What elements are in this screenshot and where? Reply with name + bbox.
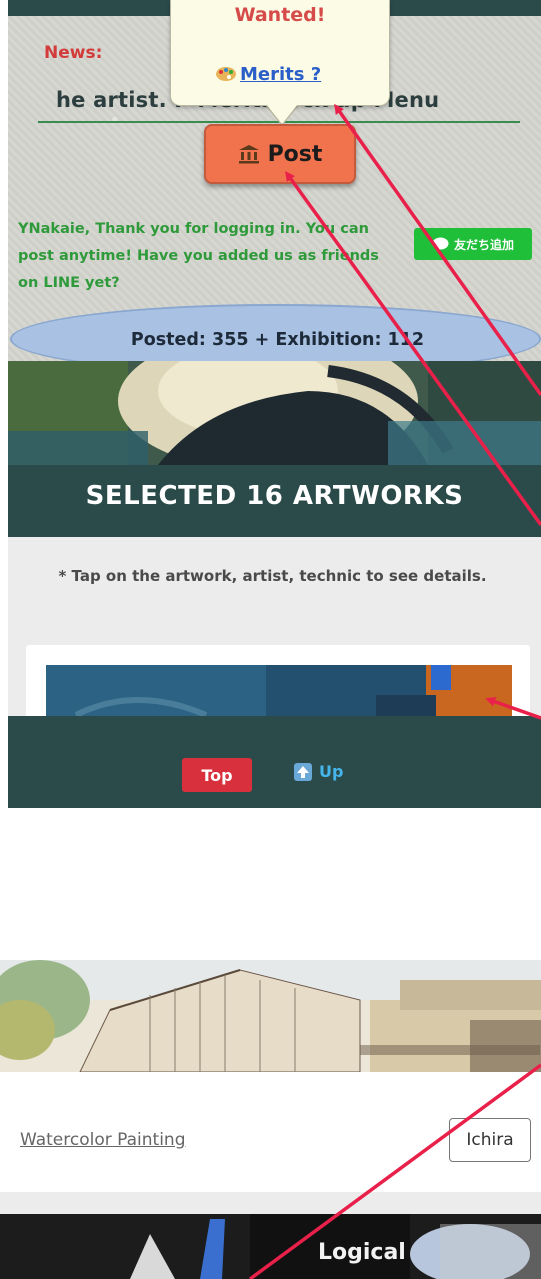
post-counter-text: Posted: 355 + Exhibition: 112 xyxy=(130,330,425,350)
next-artwork-image xyxy=(0,1214,541,1279)
tooltip-title: Wanted! xyxy=(234,4,326,26)
up-arrow-icon xyxy=(294,762,312,781)
palette-icon xyxy=(216,67,236,81)
artwork-card-footer: Watercolor Painting Ichira xyxy=(0,1072,541,1192)
top-screenshot: News: he artist. P Merits ? ck up Menu Y… xyxy=(8,0,541,808)
sketch-artwork[interactable] xyxy=(0,960,541,1072)
up-button[interactable]: Up xyxy=(294,762,343,781)
line-icon xyxy=(432,237,449,251)
hint-area: * Tap on the artwork, artist, technic to… xyxy=(8,537,541,755)
news-label: News: xyxy=(44,43,103,63)
merits-link[interactable]: Merits ? xyxy=(215,64,321,85)
next-artwork-caption: Logical xyxy=(318,1240,406,1265)
section-header: SELECTED 16 ARTWORKS xyxy=(8,465,541,537)
post-button[interactable]: Post xyxy=(204,124,356,184)
wanted-tooltip: Wanted! Merits ? xyxy=(170,0,390,106)
artist-button[interactable]: Ichira xyxy=(449,1118,531,1162)
post-button-label: Post xyxy=(267,141,323,167)
lower-screenshot: Watercolor Painting Ichira Logical xyxy=(0,960,541,1279)
line-add-friend-button[interactable]: 友だち追加 xyxy=(414,228,532,260)
artwork-banner-image xyxy=(8,361,541,465)
merits-link-label: Merits ? xyxy=(240,64,322,85)
next-artwork[interactable]: Logical xyxy=(0,1214,541,1279)
museum-icon xyxy=(238,145,259,164)
line-button-label: 友だち追加 xyxy=(453,237,514,252)
technic-link[interactable]: Watercolor Painting xyxy=(20,1130,186,1150)
top-button[interactable]: Top xyxy=(182,758,252,792)
sketch-artwork-image xyxy=(0,960,541,1072)
bottom-nav: Top Up xyxy=(8,716,541,808)
hint-text: * Tap on the artwork, artist, technic to… xyxy=(58,567,487,585)
up-button-label: Up xyxy=(319,762,344,781)
artwork-banner[interactable] xyxy=(8,361,541,465)
section-title: SELECTED 16 ARTWORKS xyxy=(85,481,464,511)
tooltip-arrow xyxy=(266,104,298,124)
login-message: YNakaie, Thank you for logging in. You c… xyxy=(18,221,379,291)
card-gap xyxy=(0,1192,541,1214)
